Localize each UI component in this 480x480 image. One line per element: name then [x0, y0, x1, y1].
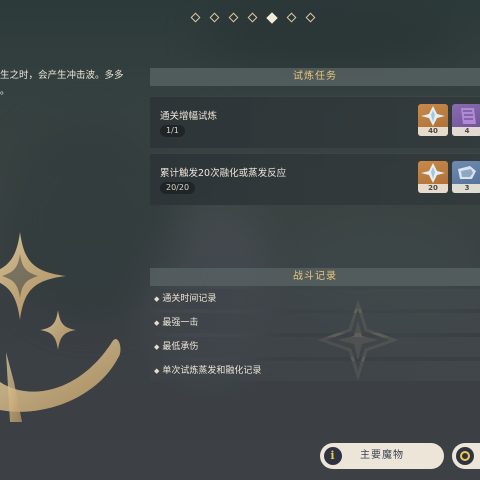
- task-title: 累计触发20次融化或蒸发反应: [160, 168, 287, 179]
- reward-item[interactable]: 3: [452, 161, 480, 193]
- combat-record-label: 通关时间记录: [162, 294, 217, 304]
- page-dot[interactable]: [209, 12, 220, 23]
- page-dot[interactable]: [247, 12, 258, 23]
- circle-confirm-icon: [456, 447, 474, 465]
- page-dot[interactable]: [228, 12, 239, 23]
- combat-record-row[interactable]: ◆ 单次试炼蒸发和融化记录: [150, 361, 480, 381]
- main-monsters-button[interactable]: i 主要魔物: [320, 443, 444, 469]
- page-dot[interactable]: [190, 12, 201, 23]
- diamond-bullet-icon: ◆: [154, 295, 160, 303]
- reward-item[interactable]: 4: [452, 104, 480, 136]
- blue-material-icon: [458, 166, 476, 179]
- reward-count: 3: [452, 184, 480, 193]
- diamond-bullet-icon: ◆: [154, 343, 160, 351]
- task-card[interactable]: 累计触发20次融化或蒸发反应 20/20 20 3: [150, 153, 480, 205]
- diamond-bullet-icon: ◆: [154, 319, 160, 327]
- main-monsters-label: 主要魔物: [360, 450, 404, 461]
- reward-item[interactable]: 20: [418, 161, 448, 193]
- reward-count: 40: [418, 127, 448, 136]
- reward-item[interactable]: 40: [418, 104, 448, 136]
- combat-record-header: 战斗记录: [150, 268, 480, 286]
- page-dot[interactable]: [286, 12, 297, 23]
- task-card[interactable]: 通关增幅试炼 1/1 40 4: [150, 96, 480, 148]
- event-emblem-icon: [0, 232, 121, 422]
- task-title: 通关增幅试炼: [160, 111, 218, 122]
- reward-count: 20: [418, 184, 448, 193]
- page-dot[interactable]: [305, 12, 316, 23]
- info-icon: i: [324, 447, 342, 465]
- combat-record-label: 最低承伤: [162, 342, 199, 352]
- reward-count: 4: [452, 127, 480, 136]
- purple-book-icon: [461, 108, 476, 124]
- combat-record-row[interactable]: ◆ 最低承伤: [150, 337, 480, 357]
- primogem-icon: [421, 163, 445, 183]
- combat-record-label: 最强一击: [162, 318, 199, 328]
- task-progress: 1/1: [160, 125, 185, 137]
- primogem-icon: [421, 106, 445, 126]
- start-challenge-button[interactable]: [452, 443, 480, 469]
- combat-record-row[interactable]: ◆ 通关时间记录: [150, 289, 480, 309]
- background-blob: [200, 0, 460, 70]
- page-indicator: [190, 12, 316, 24]
- combat-record-label: 单次试炼蒸发和融化记录: [162, 366, 262, 376]
- event-description: 生之时，会产生冲击波。多多 。: [0, 70, 124, 97]
- diamond-bullet-icon: ◆: [154, 367, 160, 375]
- combat-record-row[interactable]: ◆ 最强一击: [150, 313, 480, 333]
- page-dot-active[interactable]: [266, 12, 278, 24]
- trial-tasks-header: 试炼任务: [150, 68, 480, 86]
- task-progress: 20/20: [160, 182, 196, 194]
